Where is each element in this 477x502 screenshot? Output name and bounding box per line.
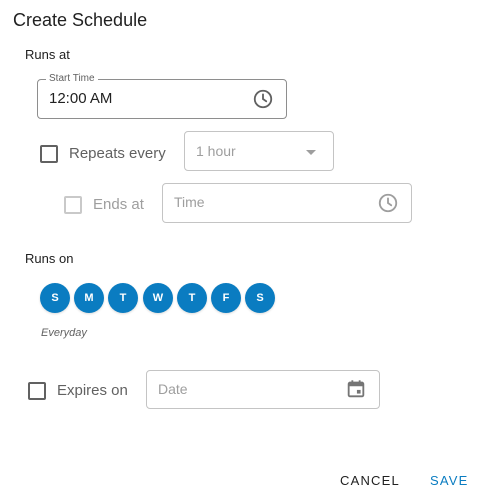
days-summary: Everyday <box>41 327 87 339</box>
end-time-placeholder: Time <box>174 194 205 210</box>
calendar-icon[interactable] <box>345 378 367 400</box>
start-time-field[interactable]: Start Time 12:00 AM <box>37 73 287 119</box>
repeat-interval-select[interactable]: 1 hour <box>184 131 334 171</box>
clock-icon[interactable] <box>377 192 399 214</box>
day-tuesday[interactable]: T <box>108 283 138 313</box>
ends-at-label: Ends at <box>93 196 144 213</box>
expires-checkbox[interactable] <box>28 382 46 400</box>
repeats-label: Repeats every <box>69 145 166 162</box>
day-monday[interactable]: M <box>74 283 104 313</box>
day-friday[interactable]: F <box>211 283 241 313</box>
expiry-date-field[interactable]: Date <box>146 370 380 409</box>
save-button[interactable]: SAVE <box>430 473 469 489</box>
start-time-legend: Start Time <box>46 73 98 85</box>
repeats-checkbox[interactable] <box>40 145 58 163</box>
expires-label: Expires on <box>57 382 128 399</box>
clock-icon[interactable] <box>252 88 274 110</box>
runs-at-label: Runs at <box>25 47 70 62</box>
day-sunday[interactable]: S <box>40 283 70 313</box>
cancel-button[interactable]: CANCEL <box>340 473 400 489</box>
day-wednesday[interactable]: W <box>143 283 173 313</box>
day-thursday[interactable]: T <box>177 283 207 313</box>
expiry-date-placeholder: Date <box>158 381 188 397</box>
chevron-down-icon <box>306 150 316 155</box>
ends-at-checkbox[interactable] <box>64 196 82 214</box>
end-time-field[interactable]: Time <box>162 183 412 223</box>
day-saturday[interactable]: S <box>245 283 275 313</box>
repeat-interval-value: 1 hour <box>196 143 236 159</box>
dialog-title: Create Schedule <box>13 10 148 30</box>
runs-on-label: Runs on <box>25 251 74 266</box>
start-time-value: 12:00 AM <box>49 90 113 107</box>
